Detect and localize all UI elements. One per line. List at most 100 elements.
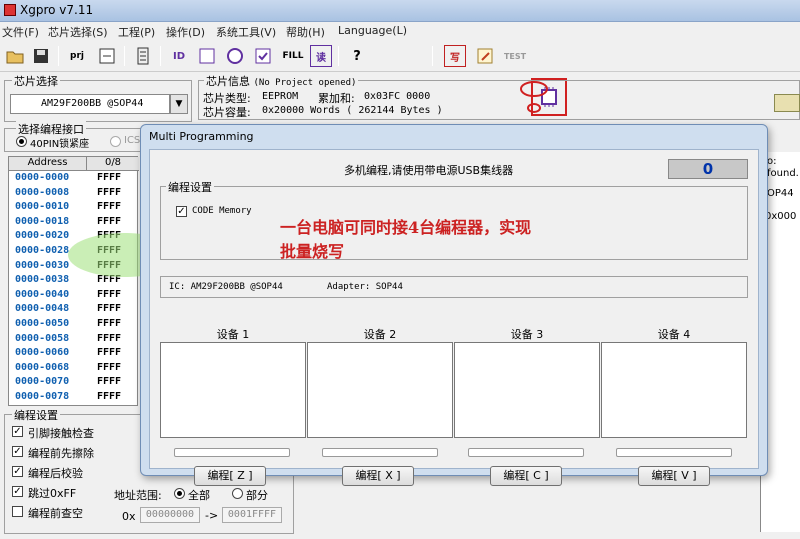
program-z-button[interactable]: 编程[ Z ] bbox=[194, 466, 266, 486]
skip-ff-checkbox[interactable]: ✓ bbox=[12, 486, 23, 497]
table-row[interactable]: 0000-0078 FFFF bbox=[9, 391, 139, 406]
pin-check-checkbox[interactable]: ✓ bbox=[12, 426, 23, 437]
test-icon[interactable]: TEST bbox=[504, 45, 526, 67]
menu-operation[interactable]: 操作(D) bbox=[166, 24, 205, 40]
erase-before-label: 编程前先擦除 bbox=[28, 447, 94, 460]
dialog-title: Multi Programming bbox=[149, 130, 254, 143]
row-value: FFFF bbox=[97, 186, 122, 198]
help-icon[interactable]: ? bbox=[346, 45, 368, 67]
program-x-button[interactable]: 编程[ X ] bbox=[342, 466, 414, 486]
pin-check-label: 引脚接触检查 bbox=[28, 427, 94, 440]
erase-icon[interactable] bbox=[224, 45, 246, 67]
table-row[interactable]: 0000-0040 FFFF bbox=[9, 289, 139, 304]
table-row[interactable]: 0000-0048 FFFF bbox=[9, 303, 139, 318]
code-memory-checkbox[interactable]: ✓ bbox=[176, 206, 187, 217]
row-address: 0000-0000 bbox=[15, 172, 70, 183]
device-3-progress bbox=[468, 448, 584, 457]
erase-before-checkbox[interactable]: ✓ bbox=[12, 446, 23, 457]
row-value: FFFF bbox=[97, 391, 122, 402]
verify-icon[interactable] bbox=[252, 45, 274, 67]
menu-help[interactable]: 帮助(H) bbox=[286, 24, 325, 40]
table-row[interactable]: 0000-0010 FFFF bbox=[9, 201, 139, 216]
read-chip-icon[interactable]: 读 bbox=[310, 45, 332, 67]
dialog-settings-label: 编程设置 bbox=[166, 179, 214, 195]
device-1-progress bbox=[174, 448, 290, 457]
chip-select-dropdown-button[interactable]: ▼ bbox=[170, 94, 188, 114]
device-3-header: 设备 3 bbox=[510, 328, 544, 341]
device-2-progress bbox=[322, 448, 438, 457]
table-row[interactable]: 0000-0050 FFFF bbox=[9, 318, 139, 333]
interface-zif-label: 40PIN锁紧座 bbox=[30, 139, 90, 150]
table-row[interactable]: 0000-0008 FFFF bbox=[9, 187, 139, 202]
row-address: 0000-0050 bbox=[15, 318, 70, 329]
menu-file[interactable]: 文件(F) bbox=[2, 24, 39, 40]
table-row[interactable]: 0000-0068 FFFF bbox=[9, 362, 139, 377]
edit-icon[interactable] bbox=[474, 45, 496, 67]
interface-ics-radio[interactable] bbox=[110, 136, 121, 147]
row-address: 0000-0048 bbox=[15, 303, 70, 315]
menu-language[interactable]: Language(L) bbox=[338, 24, 407, 37]
blank-check-icon[interactable] bbox=[196, 45, 218, 67]
save-project-icon[interactable] bbox=[96, 45, 118, 67]
row-address: 0000-0058 bbox=[15, 332, 70, 344]
table-row[interactable]: 0000-0058 FFFF bbox=[9, 333, 139, 348]
row-value: FFFF bbox=[97, 318, 122, 329]
range-start-input[interactable]: 00000000 bbox=[140, 507, 200, 523]
checksum-label: 累加和: bbox=[318, 92, 355, 105]
device-4-progress bbox=[616, 448, 732, 457]
row-address: 0000-0010 bbox=[15, 201, 70, 213]
program-c-button[interactable]: 编程[ C ] bbox=[490, 466, 562, 486]
verify-after-checkbox[interactable]: ✓ bbox=[12, 466, 23, 477]
device-4-header: 设备 4 bbox=[657, 328, 691, 341]
range-part-radio[interactable] bbox=[232, 488, 243, 499]
checksum-value: 0x03FC 0000 bbox=[364, 91, 431, 102]
chip-info-label: 芯片信息 (No Project opened) bbox=[204, 73, 359, 89]
device-id-icon[interactable]: ID bbox=[168, 45, 190, 67]
menu-system-tools[interactable]: 系统工具(V) bbox=[216, 24, 276, 40]
device-4-log bbox=[601, 342, 747, 438]
chip-list-icon[interactable] bbox=[132, 45, 154, 67]
device-3-log bbox=[454, 342, 600, 438]
row-value: FFFF bbox=[97, 288, 122, 300]
table-row[interactable]: 0000-0060 FFFF bbox=[9, 347, 139, 362]
menu-project[interactable]: 工程(P) bbox=[118, 24, 155, 40]
row-address: 0000-0040 bbox=[15, 288, 70, 300]
row-value: FFFF bbox=[97, 201, 122, 213]
interface-zif-radio[interactable] bbox=[16, 136, 27, 147]
capacity-label: 芯片容量: bbox=[203, 106, 251, 119]
prog-settings-label: 编程设置 bbox=[12, 407, 60, 423]
table-row[interactable]: 0000-0000 FFFF bbox=[9, 172, 139, 187]
toolbar: prj ID FILL 读 ? 写 TEST bbox=[0, 40, 800, 116]
table-row[interactable]: 0000-0070 FFFF bbox=[9, 376, 139, 391]
save-icon[interactable] bbox=[30, 45, 52, 67]
col-data-header: 0/8 bbox=[87, 157, 139, 171]
program-v-button[interactable]: 编程[ V ] bbox=[638, 466, 710, 486]
row-value: FFFF bbox=[97, 172, 122, 183]
capacity-value: 0x20000 Words ( 262144 Bytes ) bbox=[262, 105, 443, 116]
row-value: FFFF bbox=[97, 347, 122, 359]
menu-chip-select[interactable]: 芯片选择(S) bbox=[48, 24, 108, 40]
blank-check-before-label: 编程前查空 bbox=[28, 507, 83, 520]
chevron-down-icon: ▼ bbox=[175, 99, 183, 109]
code-memory-label: CODE Memory bbox=[192, 206, 252, 216]
col-address-header: Address bbox=[9, 157, 87, 171]
device-1-header: 设备 1 bbox=[216, 328, 250, 341]
chip-select-field[interactable]: AM29F200BB @SOP44 bbox=[10, 94, 170, 114]
chip-select-label: 芯片选择 bbox=[12, 73, 60, 89]
verify-after-label: 编程后校验 bbox=[28, 467, 83, 480]
project-icon[interactable]: prj bbox=[66, 45, 88, 67]
device-2-log bbox=[307, 342, 453, 438]
row-value: FFFF bbox=[97, 332, 122, 344]
fill-icon[interactable]: FILL bbox=[282, 45, 304, 67]
blank-check-before-checkbox[interactable] bbox=[12, 506, 23, 517]
device-1-log bbox=[160, 342, 306, 438]
window-title: Xgpro v7.11 bbox=[20, 3, 94, 17]
open-folder-icon[interactable] bbox=[4, 45, 26, 67]
range-part-label: 部分 bbox=[246, 489, 268, 502]
write-chip-icon[interactable]: 写 bbox=[444, 45, 466, 67]
menu-bar: 文件(F) 芯片选择(S) 工程(P) 操作(D) 系统工具(V) 帮助(H) … bbox=[0, 22, 800, 40]
chip-image-icon bbox=[774, 94, 800, 112]
range-all-radio[interactable] bbox=[174, 488, 185, 499]
range-end-input[interactable]: 0001FFFF bbox=[222, 507, 282, 523]
skip-ff-label: 跳过0xFF bbox=[28, 487, 77, 500]
